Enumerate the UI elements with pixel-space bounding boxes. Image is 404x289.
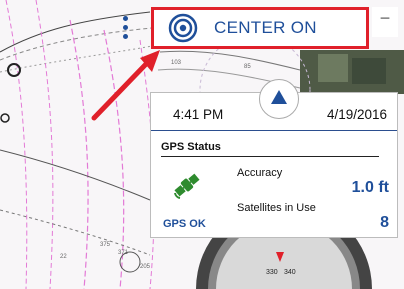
sounding-label: 205 — [140, 264, 151, 270]
center-on-label: CENTER ON — [214, 18, 317, 37]
divider — [151, 130, 397, 131]
sounding-label: 22 — [60, 254, 67, 260]
sounding-label: 375 — [100, 242, 111, 248]
sounding-label: 371 — [118, 250, 129, 256]
sounding-label: 103 — [171, 60, 182, 66]
gps-status-heading: GPS Status — [161, 141, 221, 153]
north-up-arrow-icon — [271, 90, 287, 104]
north-up-button[interactable] — [259, 79, 299, 119]
more-vertical-icon[interactable] — [118, 16, 132, 46]
satellites-value: 8 — [380, 214, 389, 231]
target-crosshair-icon — [168, 13, 198, 43]
sounding-label: 85 — [244, 64, 251, 70]
divider — [161, 156, 379, 157]
accuracy-value: 1.0 ft — [351, 179, 389, 196]
map-view[interactable]: 103 85 375 371 22 205 330 340 CENTER ON … — [0, 0, 404, 289]
accuracy-label: Accuracy — [237, 167, 283, 179]
compass-label: 330 — [266, 269, 278, 276]
center-on-button[interactable]: CENTER ON — [151, 7, 369, 49]
compass-label: 340 — [284, 269, 296, 276]
satellites-label: Satellites in Use — [237, 202, 316, 214]
satellite-icon — [174, 173, 200, 199]
minimize-button[interactable]: − — [372, 7, 398, 37]
current-time: 4:41 PM — [173, 107, 224, 122]
gps-status-panel: 4:41 PM 4/19/2016 GPS Status GPS OK Accu… — [150, 79, 398, 238]
current-date: 4/19/2016 — [326, 107, 387, 122]
gps-ok-status: GPS OK — [163, 218, 206, 230]
